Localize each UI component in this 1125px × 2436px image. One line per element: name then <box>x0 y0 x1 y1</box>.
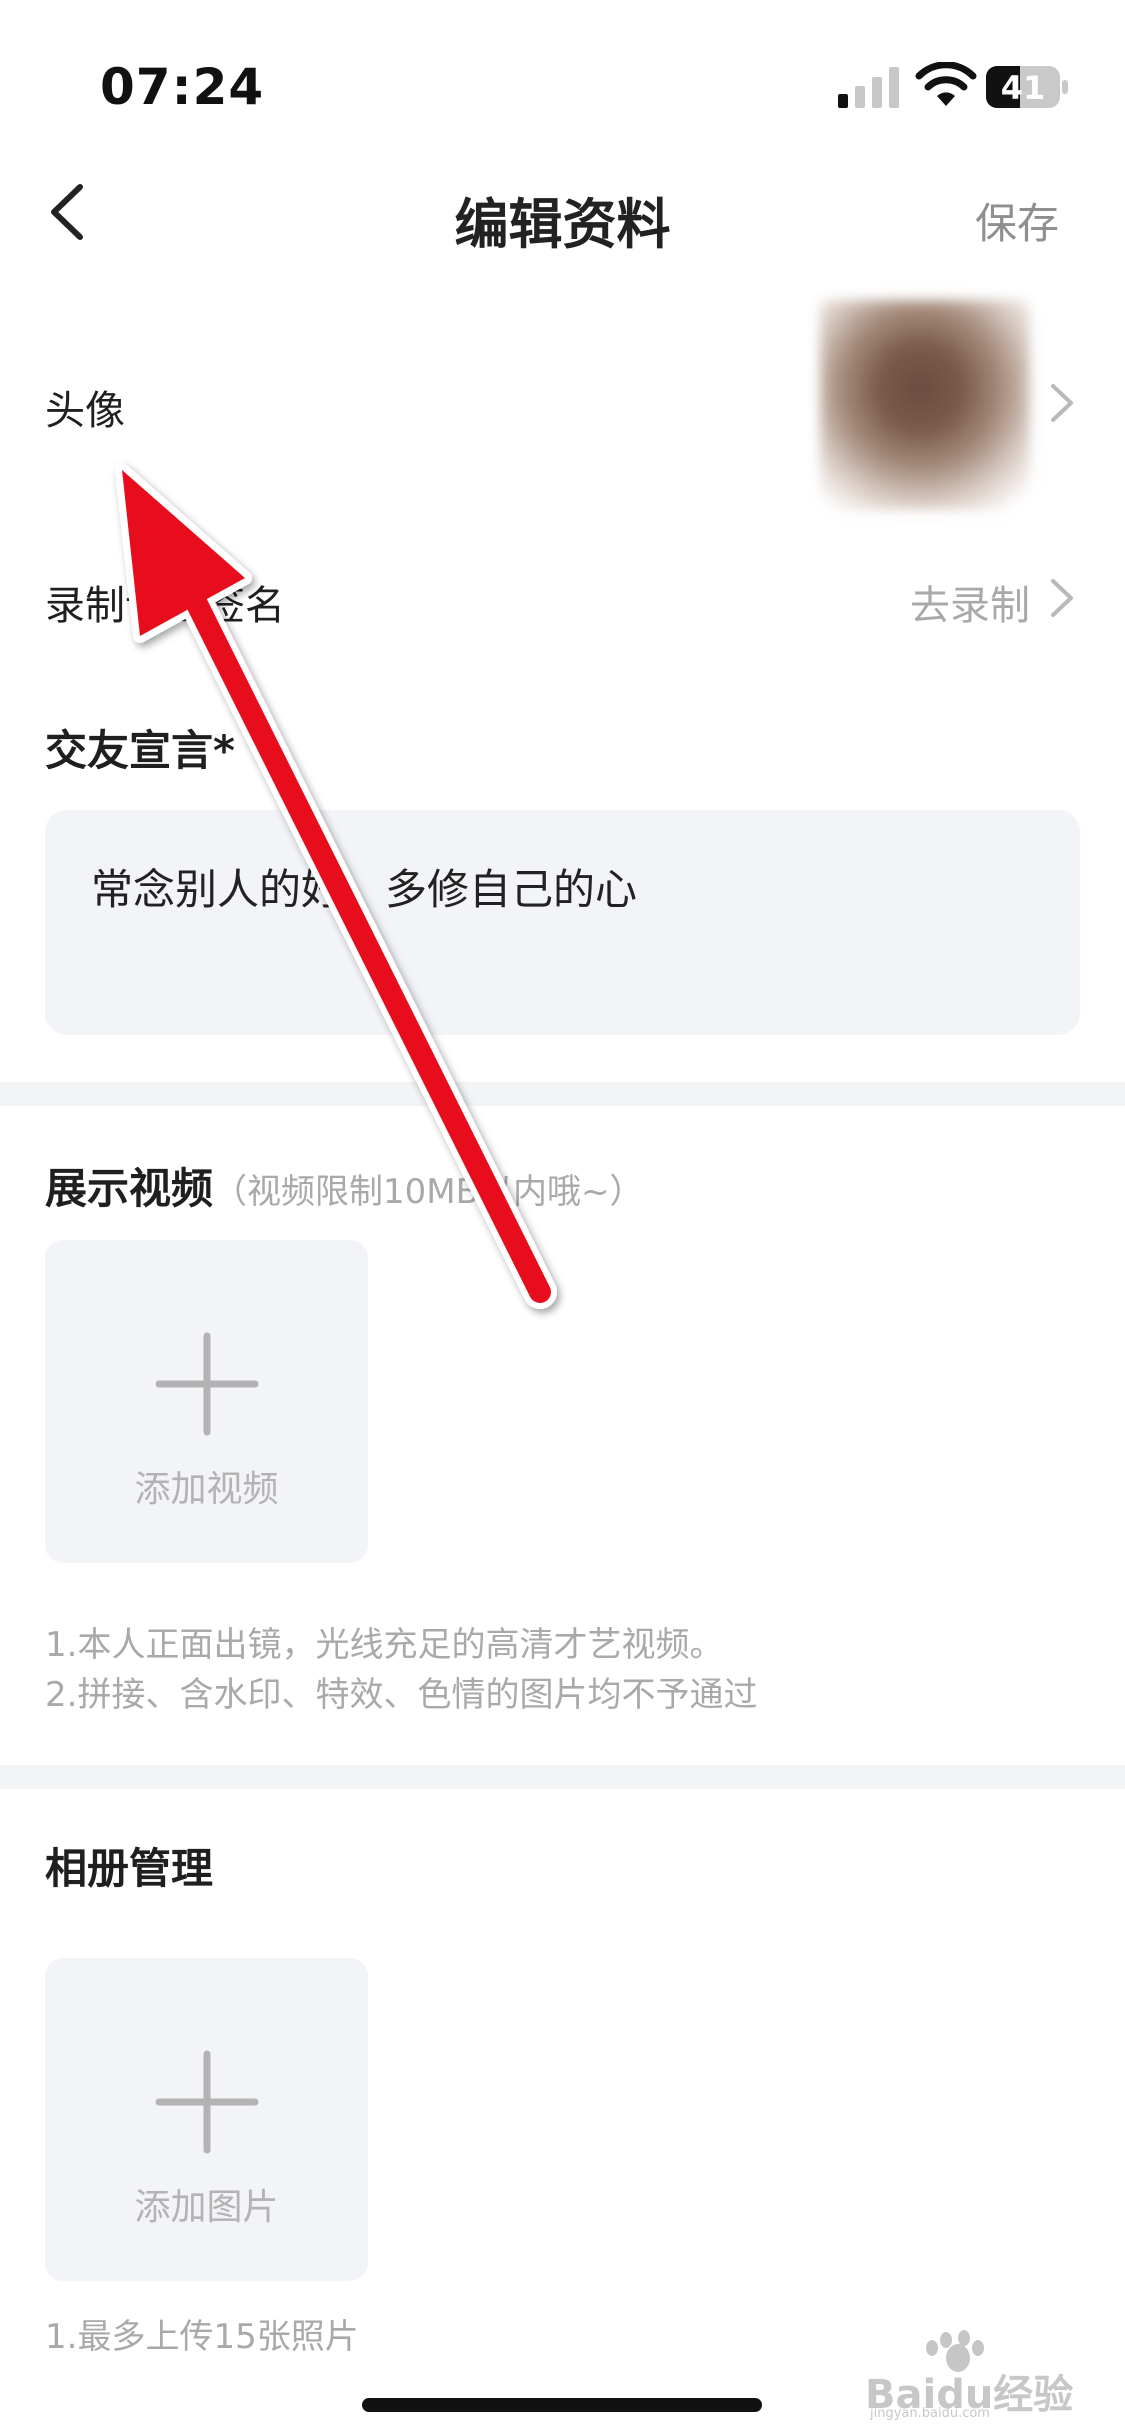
video-section-title: 展示视频（视频限制10MB以内哦~） <box>45 1155 643 1216</box>
declaration-input[interactable]: 常念别人的好，多修自己的心 <box>45 810 1080 1035</box>
add-video-button[interactable]: 添加视频 <box>45 1240 368 1563</box>
save-button[interactable]: 保存 <box>975 190 1059 251</box>
avatar[interactable] <box>820 300 1030 510</box>
album-rule-1: 1.最多上传15张照片 <box>45 2317 359 2357</box>
video-size-hint: （视频限制10MB以内哦~） <box>213 1172 644 1212</box>
record-link[interactable]: 去录制 <box>910 573 1030 631</box>
video-rule-1: 1.本人正面出镜，光线充足的高清才艺视频。 <box>45 1625 724 1665</box>
voice-signature-label: 录制语音签名 <box>45 583 285 629</box>
video-rule-2: 2.拼接、含水印、特效、色情的图片均不予通过 <box>45 1675 758 1715</box>
plus-icon <box>155 2050 259 2154</box>
baidu-jingyan-watermark: Baidu经验 jingyan.baidu.com <box>860 2318 1090 2421</box>
album-section-title: 相册管理 <box>45 1844 214 1893</box>
home-indicator <box>362 2398 762 2412</box>
voice-signature-row[interactable]: 录制语音签名 去录制 <box>0 555 1125 645</box>
add-photo-button[interactable]: 添加图片 <box>45 1958 368 2281</box>
section-divider <box>0 1082 1125 1106</box>
declaration-text: 常念别人的好，多修自己的心 <box>91 865 638 914</box>
avatar-label: 头像 <box>45 388 125 434</box>
add-photo-label: 添加图片 <box>134 2187 279 2228</box>
plus-icon <box>155 1332 259 1436</box>
section-divider <box>0 1765 1125 1789</box>
chevron-right-icon <box>1051 579 1073 617</box>
status-time: 07:24 <box>100 58 265 116</box>
battery-level: 41 <box>1000 69 1046 107</box>
page-title: 编辑资料 <box>454 193 671 256</box>
video-title: 展示视频 <box>45 1164 214 1213</box>
battery-icon: 41 <box>986 66 1068 108</box>
watermark-subtext: jingyan.baidu.com <box>870 2406 990 2421</box>
album-rules: 1.最多上传15张照片 <box>45 2312 359 2362</box>
chevron-right-icon <box>1051 384 1073 422</box>
cellular-signal-icon <box>838 67 899 108</box>
add-video-label: 添加视频 <box>134 1469 279 1510</box>
video-rules: 1.本人正面出镜，光线充足的高清才艺视频。 2.拼接、含水印、特效、色情的图片均… <box>45 1620 757 1720</box>
declaration-label: 交友宣言* <box>45 726 235 775</box>
wifi-icon <box>915 62 977 106</box>
